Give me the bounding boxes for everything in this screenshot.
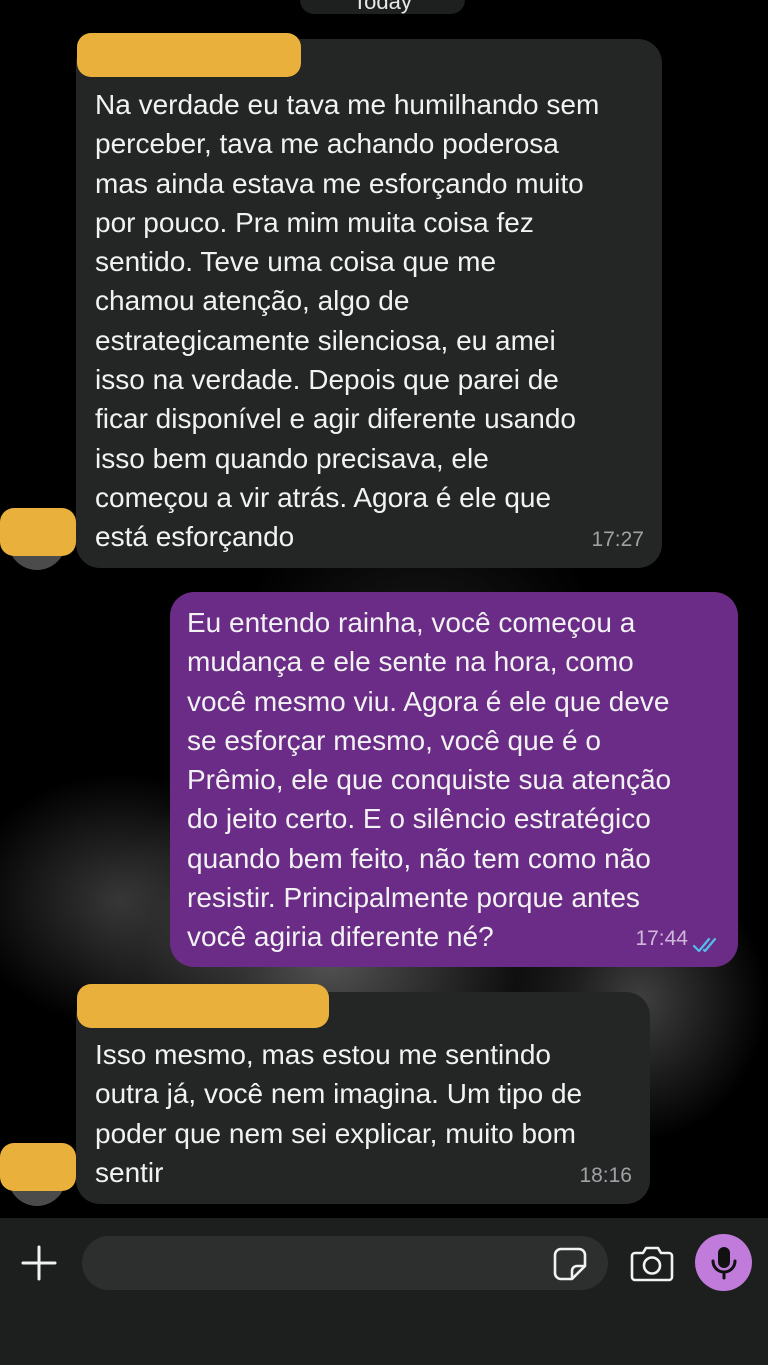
- message-time: 18:16: [579, 1163, 632, 1187]
- plus-icon[interactable]: [20, 1244, 58, 1282]
- voice-record-button[interactable]: [695, 1234, 752, 1291]
- message-text: Na verdade eu tava me humilhando sem per…: [95, 89, 600, 553]
- composer-bar: [0, 1218, 768, 1365]
- sender-name-redaction: [77, 33, 301, 77]
- sticker-icon[interactable]: [552, 1246, 588, 1282]
- date-divider-label: Today: [353, 0, 412, 14]
- microphone-icon: [711, 1247, 737, 1280]
- sender-name-redaction: [77, 984, 329, 1028]
- message-time: 17:27: [591, 527, 644, 551]
- message-bubble-outgoing[interactable]: Eu entendo rainha, você começou a mudanç…: [170, 592, 738, 967]
- avatar-redaction: [0, 1143, 76, 1191]
- double-check-icon: [692, 937, 717, 953]
- message-time: 17:44: [635, 926, 688, 950]
- message-input[interactable]: [82, 1236, 608, 1290]
- camera-icon[interactable]: [630, 1244, 674, 1282]
- avatar-redaction: [0, 508, 76, 556]
- message-text: Isso mesmo, mas estou me sentindo outra …: [95, 1039, 583, 1188]
- message-text: Eu entendo rainha, você começou a mudanç…: [187, 607, 672, 953]
- date-divider: Today: [300, 0, 465, 14]
- chat-screen: Today Na verdade eu tava me humilhando s…: [0, 0, 768, 1365]
- message-bubble-incoming[interactable]: Na verdade eu tava me humilhando sem per…: [76, 39, 662, 568]
